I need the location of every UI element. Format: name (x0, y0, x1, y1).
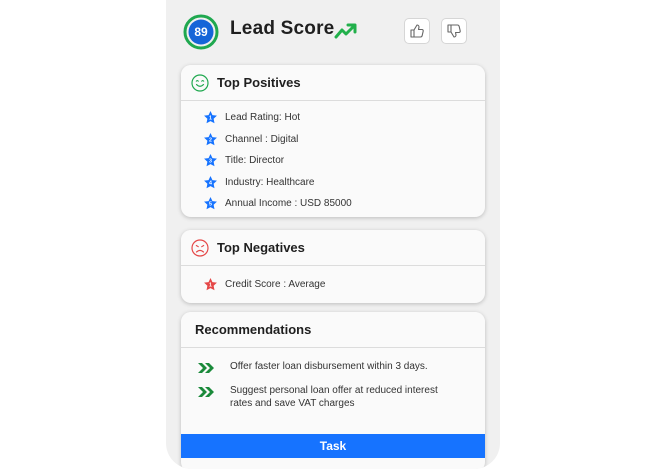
star-rank: 1 (209, 116, 212, 122)
star-rank: 4 (209, 180, 212, 186)
top-positives-card: Top Positives 1 Lead Rating: Hot 2 Chann… (181, 65, 485, 217)
list-item: 4 Industry: Healthcare (181, 172, 485, 194)
frown-icon (191, 238, 209, 257)
recommendation-text: Offer faster loan disbursement within 3 … (230, 361, 428, 372)
top-positives-header: Top Positives (181, 65, 485, 101)
recommendation-text: Suggest personal loan offer at reduced i… (230, 385, 438, 409)
positive-factor-label: Channel : Digital (225, 133, 299, 145)
star-rank: 2 (209, 137, 212, 143)
list-item: Suggest personal loan offer at reduced i… (181, 384, 485, 410)
double-chevron-right-icon (198, 363, 214, 373)
trending-up-icon (334, 23, 357, 39)
top-negatives-list: 1 Credit Score : Average (181, 266, 485, 296)
double-chevron-right-icon (198, 387, 214, 397)
top-negatives-card: Top Negatives 1 Credit Score : Average (181, 230, 485, 303)
top-positives-title: Top Positives (217, 75, 301, 90)
star-rank: 3 (209, 159, 212, 165)
star-icon: 5 (204, 197, 217, 210)
thumbs-down-icon (447, 24, 461, 38)
star-icon: 1 (204, 111, 217, 124)
list-item: 5 Annual Income : USD 85000 (181, 193, 485, 215)
recommendations-list: Offer faster loan disbursement within 3 … (181, 348, 485, 410)
positive-factor-label: Title: Director (225, 155, 285, 167)
star-rank: 5 (209, 202, 212, 208)
positive-factor-label: Annual Income : USD 85000 (225, 198, 352, 210)
top-positives-list: 1 Lead Rating: Hot 2 Channel : Digital 3… (181, 101, 485, 215)
top-negatives-title: Top Negatives (217, 240, 305, 255)
recommendations-header: Recommendations (181, 312, 485, 348)
score-value: 89 (194, 25, 208, 39)
star-icon: 1 (204, 278, 217, 291)
negative-factor-label: Credit Score : Average (225, 279, 326, 291)
list-item: 3 Title: Director (181, 150, 485, 172)
top-negatives-header: Top Negatives (181, 230, 485, 266)
recommendations-title: Recommendations (195, 322, 312, 337)
thumbs-up-icon (410, 24, 424, 38)
star-rank: 1 (209, 283, 212, 289)
positive-factor-label: Lead Rating: Hot (225, 112, 301, 124)
smile-icon (191, 73, 209, 92)
score-badge: 89 (183, 14, 219, 50)
list-item: 2 Channel : Digital (181, 129, 485, 151)
star-icon: 4 (204, 175, 217, 188)
lead-score-panel: 89 Lead Score Top Positives 1 Lead Ratin… (166, 0, 500, 469)
positive-factor-label: Industry: Healthcare (225, 176, 315, 188)
list-item: 1 Credit Score : Average (181, 274, 485, 296)
list-item: Offer faster loan disbursement within 3 … (181, 360, 485, 374)
star-icon: 2 (204, 132, 217, 145)
page-title: Lead Score (230, 18, 335, 39)
list-item: 1 Lead Rating: Hot (181, 107, 485, 129)
thumbs-down-button[interactable] (441, 18, 467, 44)
thumbs-up-button[interactable] (404, 18, 430, 44)
task-button[interactable]: Task (181, 434, 485, 458)
header: 89 Lead Score (166, 0, 500, 64)
star-icon: 3 (204, 154, 217, 167)
